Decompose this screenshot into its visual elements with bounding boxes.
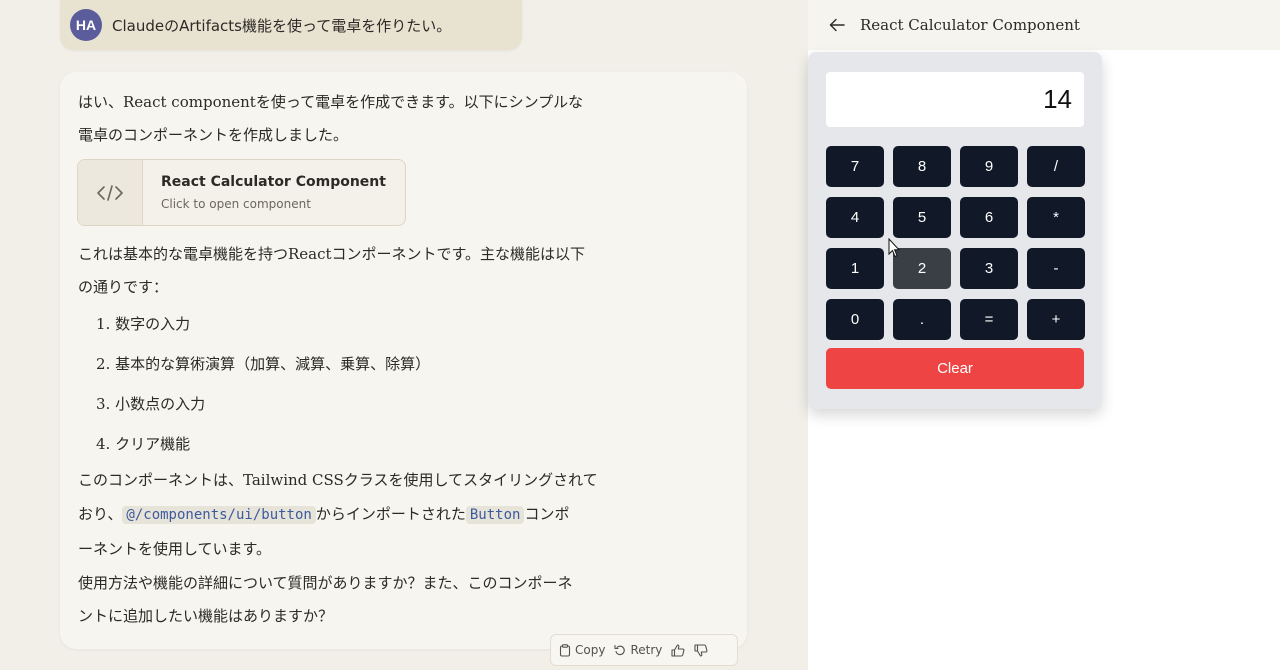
back-button[interactable] [826, 14, 848, 36]
calculator-display: 14 [826, 72, 1084, 127]
reply-tailwind-mid: からインポートされた [315, 505, 466, 523]
artifact-card-subtitle: Click to open component [161, 197, 311, 211]
key-1[interactable]: 1 [826, 248, 884, 289]
user-message-text: ClaudeのArtifacts機能を使って電卓を作りたい。 [112, 16, 452, 35]
key-2[interactable]: 2 [893, 248, 951, 289]
reply-question-line2: ントに追加したい機能はありますか？ [78, 607, 334, 625]
user-message: HA ClaudeのArtifacts機能を使って電卓を作りたい。 [60, 0, 522, 50]
chat-pane: HA ClaudeのArtifacts機能を使って電卓を作りたい。 はい、Rea… [0, 0, 808, 670]
key-4[interactable]: 4 [826, 197, 884, 238]
thumbs-up-button[interactable] [671, 643, 685, 657]
key-5[interactable]: 5 [893, 197, 951, 238]
feature-list: 1. 数字の入力 2. 基本的な算術演算（加算、減算、乗算、除算） 3. 小数点… [96, 304, 430, 464]
reply-features-line2: の通りです： [78, 278, 169, 296]
calculator-keypad: 7 8 9 / 4 5 6 * 1 2 3 - 0 . = + [826, 146, 1085, 340]
key-multiply[interactable]: * [1027, 197, 1085, 238]
thumbs-down-icon [694, 643, 708, 657]
list-item: 2. 基本的な算術演算（加算、減算、乗算、除算） [96, 355, 431, 373]
reply-tailwind-post: コンポ [524, 505, 570, 523]
thumbs-up-icon [671, 643, 685, 657]
key-9[interactable]: 9 [960, 146, 1018, 187]
code-path: @/components/ui/button [122, 506, 316, 524]
reply-intro-line2: 電卓のコンポーネントを作成しました。 [78, 126, 349, 144]
arrow-left-icon [829, 18, 845, 32]
key-8[interactable]: 8 [893, 146, 951, 187]
reply-intro-line1: はい、React componentを使って電卓を作成できます。以下にシンプルな [78, 93, 584, 111]
code-button: Button [465, 506, 525, 524]
user-avatar: HA [70, 9, 102, 41]
mouse-cursor-icon [888, 238, 900, 258]
copy-button[interactable]: Copy [559, 643, 605, 657]
reply-features-line1: これは基本的な電卓機能を持つReactコンポーネントです。主な機能は以下 [78, 245, 586, 263]
reply-features-intro: これは基本的な電卓機能を持つReactコンポーネントです。主な機能は以下 の通り… [78, 238, 718, 304]
key-6[interactable]: 6 [960, 197, 1018, 238]
key-equals[interactable]: = [960, 299, 1018, 340]
clipboard-icon [559, 643, 571, 657]
reply-tailwind-pre: おり、 [78, 505, 123, 523]
key-divide[interactable]: / [1027, 146, 1085, 187]
message-actions: Copy Retry [550, 634, 738, 666]
retry-label: Retry [630, 643, 663, 657]
key-0[interactable]: 0 [826, 299, 884, 340]
artifact-pane: React Calculator Component 14 7 8 9 / 4 … [808, 0, 1280, 670]
retry-button[interactable]: Retry [614, 643, 662, 657]
reply-tailwind-line3: ーネントを使用しています。 [78, 540, 272, 558]
artifact-card[interactable]: React Calculator Component Click to open… [77, 159, 406, 226]
clear-button[interactable]: Clear [826, 348, 1084, 389]
retry-icon [614, 644, 626, 656]
key-7[interactable]: 7 [826, 146, 884, 187]
reply-tailwind-line1: このコンポーネントは、Tailwind CSSクラスを使用してスタイリングされて [78, 471, 598, 489]
list-item: 4. クリア機能 [96, 435, 191, 453]
reply-question: 使用方法や機能の詳細について質問がありますか？また、このコンポーネ ントに追加し… [78, 567, 718, 633]
reply-question-line1: 使用方法や機能の詳細について質問がありますか？また、このコンポーネ [78, 574, 573, 592]
key-subtract[interactable]: - [1027, 248, 1085, 289]
list-item: 1. 数字の入力 [96, 315, 191, 333]
list-item: 3. 小数点の入力 [96, 395, 206, 413]
code-icon [78, 160, 143, 225]
copy-label: Copy [575, 643, 606, 657]
reply-intro: はい、React componentを使って電卓を作成できます。以下にシンプルな… [78, 86, 718, 152]
artifact-title: React Calculator Component [860, 16, 1080, 34]
assistant-reply: はい、React componentを使って電卓を作成できます。以下にシンプルな… [60, 72, 747, 649]
reply-tailwind-note: このコンポーネントは、Tailwind CSSクラスを使用してスタイリングされて… [78, 463, 728, 566]
key-3[interactable]: 3 [960, 248, 1018, 289]
artifact-card-title: React Calculator Component [161, 174, 386, 190]
key-decimal[interactable]: . [893, 299, 951, 340]
key-add[interactable]: + [1027, 299, 1085, 340]
artifact-header: React Calculator Component [808, 0, 1280, 50]
calculator: 14 7 8 9 / 4 5 6 * 1 2 3 - 0 . = + Clear [808, 52, 1102, 409]
thumbs-down-button[interactable] [694, 643, 708, 657]
